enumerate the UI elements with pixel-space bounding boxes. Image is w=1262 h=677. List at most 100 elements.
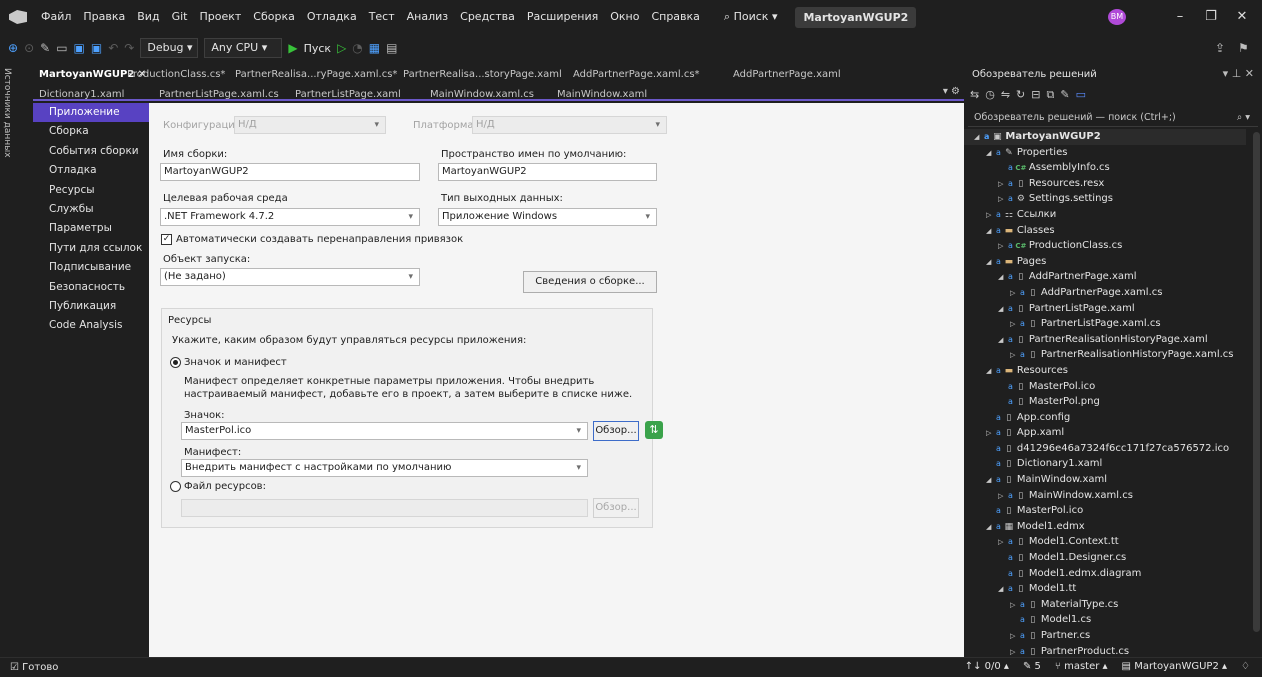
menu-item[interactable]: Файл [35, 0, 77, 34]
run-without-debug-icon[interactable]: ▷ [337, 41, 346, 55]
vertical-scrollbar[interactable] [1253, 132, 1260, 632]
layout-icon[interactable]: ▤ [386, 41, 397, 55]
document-tab[interactable]: PartnerListPage.xaml [289, 86, 424, 104]
collapsed-chevron-icon[interactable]: ▷ [998, 535, 1008, 551]
refresh-icon[interactable]: ⇅ [645, 421, 663, 439]
tree-item[interactable]: ◢ a ▯ MainWindow.xaml [964, 472, 1246, 488]
document-tab[interactable]: PartnerListPage.xaml.cs [153, 86, 289, 104]
tab-overflow-icon[interactable]: ▾ ⚙ [943, 86, 960, 97]
branch-selector[interactable]: ⑂ master ▴ [1055, 661, 1108, 672]
solution-search-input[interactable]: Обозреватель решений — поиск (Ctrl+;) ⌕ … [968, 109, 1258, 127]
properties-nav-item[interactable]: Приложение [33, 103, 149, 123]
collapsed-chevron-icon[interactable]: ▷ [998, 192, 1008, 208]
assembly-name-input[interactable]: MartoyanWGUP2 [160, 163, 420, 181]
minimize-icon[interactable]: – [1171, 8, 1189, 26]
expanded-chevron-icon[interactable]: ◢ [986, 224, 996, 240]
tree-item[interactable]: a ▯ Dictionary1.xaml [964, 456, 1246, 472]
manifest-select[interactable]: Внедрить манифест с настройками по умолч… [181, 459, 588, 477]
tree-item[interactable]: ◢ a ▯ AddPartnerPage.xaml [964, 269, 1246, 285]
document-tab[interactable]: PartnerRealisa...storyPage.xaml [397, 66, 567, 84]
assembly-info-button[interactable]: Сведения о сборке... [523, 271, 657, 293]
collapsed-chevron-icon[interactable]: ▷ [986, 208, 996, 224]
properties-nav-item[interactable]: Ресурсы [33, 181, 149, 200]
properties-nav-item[interactable]: Пути для ссылок [33, 239, 149, 258]
collapse-all-icon[interactable]: ⊟ [1031, 88, 1040, 106]
collapsed-chevron-icon[interactable]: ▷ [1010, 348, 1020, 364]
menu-item[interactable]: Git [166, 0, 194, 34]
save-icon[interactable]: ▣ [74, 41, 85, 55]
default-namespace-input[interactable]: MartoyanWGUP2 [438, 163, 657, 181]
collapsed-chevron-icon[interactable]: ▷ [998, 177, 1008, 193]
tree-item[interactable]: a ▯ d41296e46a7324f6cc171f27ca576572.ico [964, 441, 1246, 457]
tree-item[interactable]: ▷ a ▯ App.xaml [964, 425, 1246, 441]
configuration-select[interactable]: Debug ▾ [140, 38, 199, 58]
search-button[interactable]: ⌕ Поиск ▾ [716, 10, 786, 24]
tree-item[interactable]: ▷ a ▯ Partner.cs [964, 628, 1246, 644]
tree-item[interactable]: a ▯ Model1.cs [964, 612, 1246, 628]
platform-select[interactable]: Any CPU ▾ [204, 38, 283, 58]
save-all-icon[interactable]: ▣ [91, 41, 102, 55]
pending-changes[interactable]: ✎ 5 [1023, 661, 1041, 672]
close-icon[interactable]: ✕ [1233, 8, 1251, 26]
tree-item[interactable]: ◢ a ▣ MartoyanWGUP2 [964, 129, 1246, 145]
menu-item[interactable]: Правка [77, 0, 131, 34]
icon-browse-button[interactable]: Обзор... [593, 421, 639, 441]
sync-status[interactable]: ↑↓ 0/0 ▴ [965, 661, 1009, 672]
icon-manifest-radio[interactable] [170, 357, 181, 368]
tree-item[interactable]: ◢ a ✎ Properties [964, 145, 1246, 161]
menu-item[interactable]: Окно [604, 0, 645, 34]
tree-item[interactable]: ▷ a ▯ PartnerRealisationHistoryPage.xaml.cs [964, 347, 1246, 363]
tree-item[interactable]: ▷ a C# ProductionClass.cs [964, 238, 1246, 254]
properties-nav-item[interactable]: Публикация [33, 297, 149, 316]
tree-item[interactable]: ◢ a ▯ Model1.tt [964, 581, 1246, 597]
tree-item[interactable]: ◢ a ▯ PartnerRealisationHistoryPage.xaml [964, 332, 1246, 348]
tree-item[interactable]: a ▯ Model1.Designer.cs [964, 550, 1246, 566]
tree-item[interactable]: ▷ a ▯ Model1.Context.tt [964, 534, 1246, 550]
run-icon[interactable]: ▶ [288, 41, 297, 55]
menu-item[interactable]: Проект [193, 0, 247, 34]
collapsed-chevron-icon[interactable]: ▷ [1010, 629, 1020, 645]
resource-file-radio[interactable] [170, 481, 181, 492]
tree-item[interactable]: ◢ a ▬ Pages [964, 254, 1246, 270]
refresh-icon[interactable]: ↻ [1016, 88, 1025, 106]
tree-item[interactable]: ▷ a ▯ PartnerListPage.xaml.cs [964, 316, 1246, 332]
tree-item[interactable]: ▷ a ⚏ Ссылки [964, 207, 1246, 223]
menu-item[interactable]: Справка [645, 0, 705, 34]
expanded-chevron-icon[interactable]: ◢ [998, 302, 1008, 318]
repository-selector[interactable]: ▤ MartoyanWGUP2 ▴ [1122, 661, 1227, 672]
document-tab[interactable]: MainWindow.xaml [551, 86, 677, 104]
tree-item[interactable]: a ▯ MasterPol.png [964, 394, 1246, 410]
tree-item[interactable]: ▷ a ▯ Resources.resx [964, 176, 1246, 192]
document-tab[interactable]: AddPartnerPage.xaml.cs* [567, 66, 727, 84]
expanded-chevron-icon[interactable]: ◢ [986, 146, 996, 162]
properties-icon[interactable]: ✎ [1060, 88, 1069, 106]
data-sources-tab[interactable]: Источники данных [2, 68, 12, 158]
tree-item[interactable]: ▷ a ▯ AddPartnerPage.xaml.cs [964, 285, 1246, 301]
properties-nav-item[interactable]: Безопасность [33, 278, 149, 297]
open-icon[interactable]: ▭ [56, 41, 67, 55]
collapsed-chevron-icon[interactable]: ▷ [1010, 317, 1020, 333]
collapsed-chevron-icon[interactable]: ▷ [1010, 286, 1020, 302]
switch-views-icon[interactable]: ⇋ [1001, 88, 1010, 106]
pane-options-icon[interactable]: ▾ ⊥ ✕ [1223, 67, 1254, 80]
properties-nav-item[interactable]: События сборки [33, 142, 149, 161]
properties-nav-item[interactable]: Сборка [33, 122, 149, 141]
expanded-chevron-icon[interactable]: ◢ [986, 473, 996, 489]
properties-nav-item[interactable]: Подписывание [33, 258, 149, 277]
expanded-chevron-icon[interactable]: ◢ [986, 364, 996, 380]
menu-item[interactable]: Вид [131, 0, 165, 34]
tree-item[interactable]: ◢ a ▬ Classes [964, 223, 1246, 239]
output-type-select[interactable]: Приложение Windows ▾ [438, 208, 657, 226]
tree-item[interactable]: a ▯ MasterPol.ico [964, 503, 1246, 519]
menu-item[interactable]: Расширения [521, 0, 604, 34]
forward-icon[interactable]: ⊙ [24, 41, 34, 55]
expanded-chevron-icon[interactable]: ◢ [986, 255, 996, 271]
expanded-chevron-icon[interactable]: ◢ [998, 582, 1008, 598]
toolbox-icon[interactable]: ▦ [369, 41, 380, 55]
auto-binding-redirects-checkbox[interactable]: ✓ [161, 234, 172, 245]
collapsed-chevron-icon[interactable]: ▷ [1010, 598, 1020, 614]
new-project-icon[interactable]: ✎ [40, 41, 50, 55]
tree-item[interactable]: a C# AssemblyInfo.cs [964, 160, 1246, 176]
properties-nav-item[interactable]: Отладка [33, 161, 149, 180]
icon-select[interactable]: MasterPol.ico ▾ [181, 422, 588, 440]
